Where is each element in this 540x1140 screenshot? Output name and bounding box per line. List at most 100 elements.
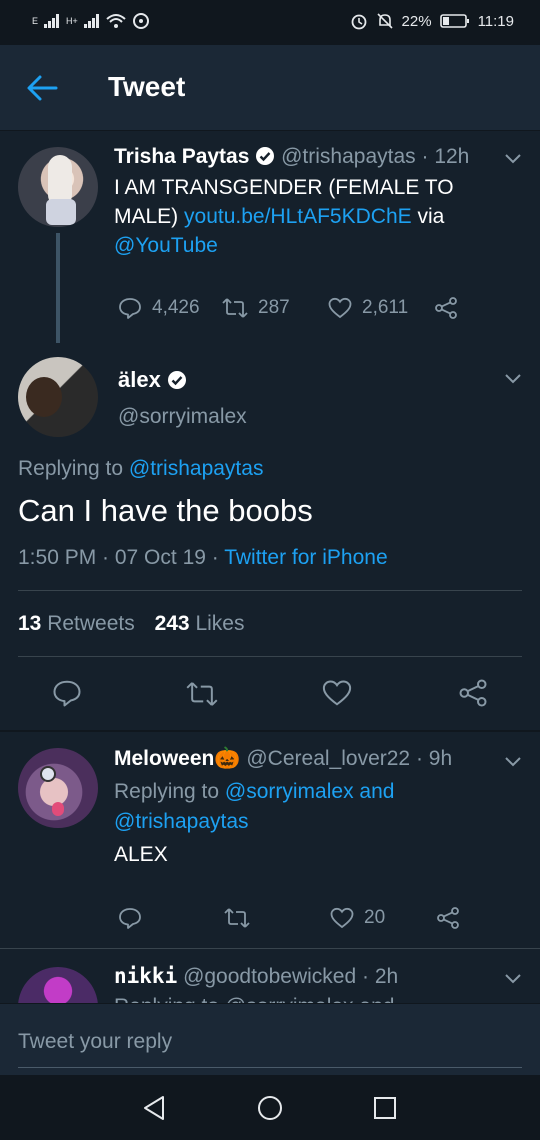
replying-and: and (353, 780, 395, 803)
tweet-text: I AM TRANSGENDER (FEMALE TO MALE) youtu.… (114, 173, 494, 260)
compose-reply-bar[interactable]: Tweet your reply (0, 1003, 540, 1075)
replying-mention-2[interactable]: @trishapaytas (114, 810, 249, 833)
main-tweet-actions (0, 676, 540, 712)
tweet-time: · 9h (415, 747, 453, 770)
wifi-icon (106, 14, 126, 28)
reply-icon[interactable] (118, 906, 142, 930)
alarm-icon (351, 14, 366, 30)
tweet-text: ALEX (114, 843, 168, 866)
signal-label-2: H+ (66, 16, 78, 26)
replying-mention-1[interactable]: @sorryimalex (225, 780, 354, 803)
chevron-down-icon[interactable] (504, 153, 522, 165)
replying-to-partial: Replying to @sorryimalex and (114, 995, 394, 1003)
tweet-timestamp: 1:50 PM · 07 Oct 19 · (18, 546, 225, 569)
app-bar: Tweet (0, 45, 540, 131)
author-name[interactable]: Meloween (114, 747, 214, 770)
divider (18, 590, 522, 591)
author-handle[interactable]: @trishapaytas (281, 145, 416, 168)
main-author: älex (118, 367, 187, 393)
author-handle[interactable]: @goodtobewicked (183, 965, 356, 988)
tweet-text-part2: via (411, 205, 445, 228)
author-name[interactable]: älex (118, 367, 161, 392)
hotspot-icon (132, 13, 149, 29)
share-icon[interactable] (458, 678, 488, 708)
avatar-meloween[interactable] (18, 748, 98, 828)
author-handle[interactable]: @sorryimalex (118, 405, 247, 429)
retweet-icon (222, 298, 248, 318)
avatar-head-shape (26, 377, 62, 417)
verified-badge-icon (256, 147, 275, 165)
heart-icon[interactable] (322, 679, 352, 707)
likes-stat[interactable]: 243 Likes (155, 612, 245, 635)
nav-home-icon[interactable] (257, 1095, 283, 1121)
thread-tweet-actions: 4,426 287 2,611 (118, 296, 458, 320)
heart-icon (328, 297, 352, 319)
reply-tweet[interactable]: Meloween🎃 @Cereal_lover22 · 9h Replying … (0, 732, 540, 948)
retweet-icon[interactable] (224, 907, 250, 929)
main-tweet: älex @sorryimalex Replying to @trishapay… (0, 343, 540, 730)
main-tweet-text: Can I have the boobs (18, 493, 313, 528)
thread-line (56, 233, 60, 343)
battery-percent: 22% (401, 12, 432, 30)
replying-to: Replying to @trishapaytas (18, 457, 263, 481)
like-count: 2,611 (362, 297, 409, 318)
clock: 11:19 (477, 12, 514, 30)
like-count: 20 (364, 907, 386, 928)
like-action[interactable]: 2,611 (328, 297, 434, 319)
replying-prefix: Replying to (18, 457, 129, 480)
tweet-link[interactable]: youtu.be/HLtAF5KDChE (184, 205, 412, 228)
reply-tweet-2[interactable]: nikki @goodtobewicked · 2h Replying to @… (0, 949, 540, 1003)
avatar-trisha[interactable] (18, 147, 98, 227)
like-action[interactable]: 20 (330, 907, 436, 929)
reply-count: 4,426 (152, 297, 200, 318)
system-nav-bar (0, 1075, 540, 1140)
retweet-action[interactable]: 287 (222, 297, 328, 319)
page-title: Tweet (108, 71, 186, 102)
tweet-header: Trisha Paytas @trishapaytas · 12h (114, 145, 469, 169)
share-icon[interactable] (434, 296, 458, 320)
tweet-header: Meloween🎃 @Cereal_lover22 · 9h (114, 747, 452, 771)
mention-youtube[interactable]: @YouTube (114, 234, 218, 257)
avatar-eye-shape (40, 766, 56, 782)
retweets-stat-count: 13 (18, 612, 42, 635)
tweet-header: nikki @goodtobewicked · 2h (114, 964, 398, 989)
chevron-down-icon[interactable] (504, 373, 522, 385)
reply-icon[interactable] (52, 678, 82, 708)
input-underline (18, 1067, 522, 1068)
replying-to: Replying to @sorryimalex and @trishapayt… (114, 777, 494, 837)
chevron-down-icon[interactable] (504, 756, 522, 768)
author-name[interactable]: nikki (114, 964, 177, 988)
verified-badge-icon (167, 371, 186, 389)
engagement-stats: 13 Retweets 243 Likes (18, 612, 244, 636)
mute-icon (376, 13, 393, 29)
avatar-nikki[interactable] (18, 967, 98, 1003)
divider (18, 656, 522, 657)
reply-input[interactable]: Tweet your reply (18, 1030, 172, 1054)
tweet-time: · 12h (421, 145, 470, 168)
share-icon[interactable] (436, 906, 460, 930)
avatar-alex[interactable] (18, 357, 98, 437)
tweet-meta: 1:50 PM · 07 Oct 19 · Twitter for iPhone (18, 546, 388, 570)
signal-icon-2 (83, 14, 99, 28)
retweets-stat[interactable]: 13 Retweets (18, 612, 135, 635)
likes-stat-label: Likes (189, 612, 245, 635)
nav-back-icon[interactable] (142, 1095, 166, 1121)
nav-recents-icon[interactable] (373, 1096, 397, 1120)
signal-label-1: E (32, 16, 39, 26)
replying-mention[interactable]: @trishapaytas (129, 457, 264, 480)
pumpkin-emoji-icon: 🎃 (214, 747, 241, 770)
back-arrow-icon[interactable] (26, 73, 58, 103)
replying-prefix: Replying to (114, 780, 225, 803)
author-handle[interactable]: @Cereal_lover22 (246, 747, 410, 770)
reply-action[interactable]: 4,426 (118, 296, 222, 320)
retweet-icon[interactable] (186, 680, 218, 708)
reply-tweet-actions: 20 (118, 906, 460, 930)
thread-tweet[interactable]: Trisha Paytas @trishapaytas · 12h I AM T… (0, 131, 540, 343)
author-name[interactable]: Trisha Paytas (114, 145, 249, 168)
tweet-source[interactable]: Twitter for iPhone (224, 546, 387, 569)
likes-stat-count: 243 (154, 612, 190, 635)
retweet-count: 287 (258, 297, 290, 318)
status-bar: E H+ 22% 11:19 (0, 0, 540, 45)
retweets-stat-label: Retweets (41, 612, 135, 635)
chevron-down-icon[interactable] (504, 973, 522, 985)
